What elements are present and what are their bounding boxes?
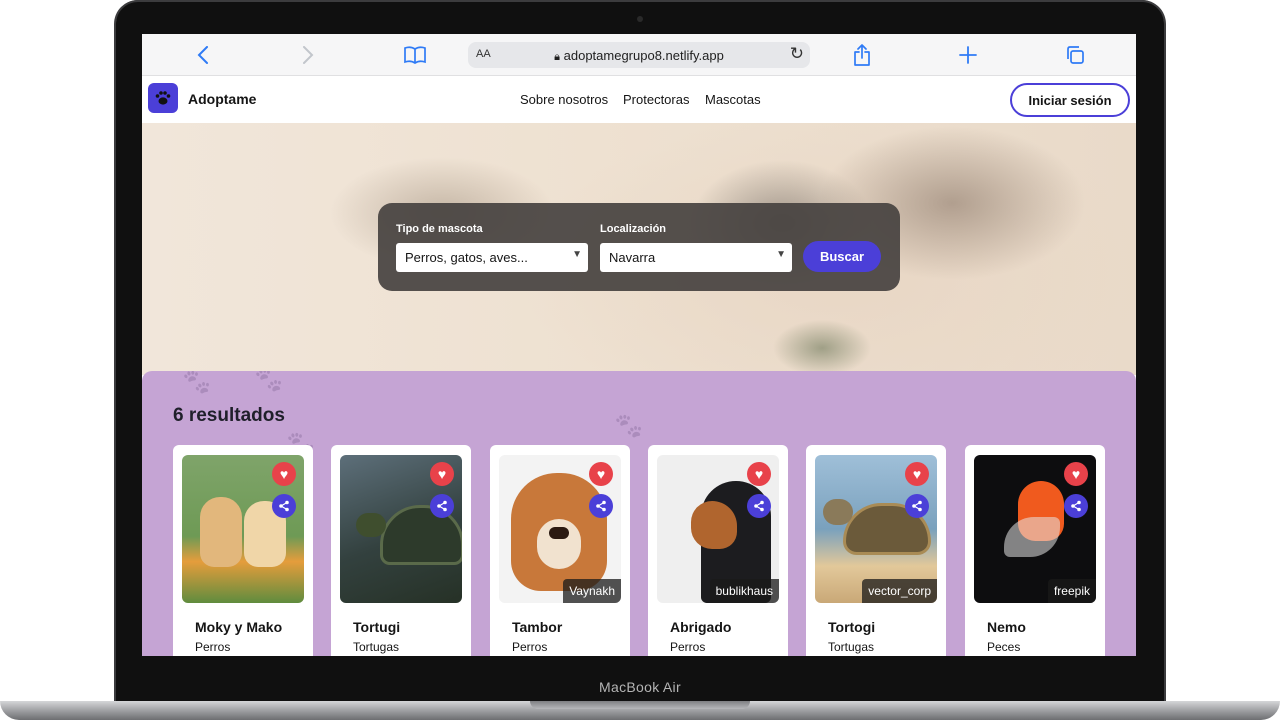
share-icon[interactable] bbox=[1064, 494, 1088, 518]
nav-link-sobre-nosotros[interactable]: Sobre nosotros bbox=[520, 92, 608, 107]
pet-type: Perros bbox=[512, 640, 548, 654]
nav-link-protectoras[interactable]: Protectoras bbox=[623, 92, 689, 107]
pet-type: Tortugas bbox=[828, 640, 875, 654]
pet-type: Perros bbox=[195, 640, 231, 654]
pet-card[interactable]: ♥ bublikhaus Abrigado Perros bbox=[648, 445, 788, 656]
pet-card[interactable]: ♥ Moky y Mako Perros bbox=[173, 445, 313, 656]
pet-photo[interactable]: ♥ bbox=[340, 455, 462, 603]
location-select[interactable]: Navarra ▼ bbox=[600, 243, 792, 272]
laptop-frame: AA 🔒︎ adoptamegrupo8.netlify.app ↻ Adopt… bbox=[0, 0, 1280, 720]
camera-icon bbox=[637, 16, 643, 22]
lock-icon: 🔒︎ bbox=[554, 51, 560, 63]
photo-credit: vector_corp bbox=[862, 579, 937, 603]
share-icon[interactable] bbox=[747, 494, 771, 518]
favorite-heart-icon[interactable]: ♥ bbox=[747, 462, 771, 486]
paw-decoration-icon: 🐾︎ bbox=[252, 371, 286, 395]
pet-name: Moky y Mako bbox=[195, 619, 283, 635]
pet-card[interactable]: ♥ vector_corp Tortogi Tortugas bbox=[806, 445, 946, 656]
screen: AA 🔒︎ adoptamegrupo8.netlify.app ↻ Adopt… bbox=[142, 34, 1136, 656]
tabs-icon[interactable] bbox=[1063, 43, 1087, 67]
pet-name: Nemo bbox=[987, 619, 1026, 635]
paw-decoration-icon: 🐾︎ bbox=[612, 411, 646, 441]
hero-banner: Tipo de mascota Perros, gatos, aves... ▼… bbox=[142, 123, 1136, 375]
pet-type: Peces bbox=[987, 640, 1021, 654]
favorite-heart-icon[interactable]: ♥ bbox=[430, 462, 454, 486]
laptop-base-notch bbox=[530, 701, 750, 709]
search-button[interactable]: Buscar bbox=[803, 241, 881, 272]
photo-credit: bublikhaus bbox=[709, 579, 779, 603]
photo-credit: Vaynakh bbox=[563, 579, 621, 603]
pet-type: Tortugas bbox=[353, 640, 400, 654]
pet-card[interactable]: ♥ Tortugi Tortugas bbox=[331, 445, 471, 656]
back-icon[interactable] bbox=[191, 43, 215, 67]
nav-link-mascotas[interactable]: Mascotas bbox=[705, 92, 761, 107]
pet-card[interactable]: ♥ Vaynakh Tambor Perros bbox=[490, 445, 630, 656]
browser-toolbar: AA 🔒︎ adoptamegrupo8.netlify.app ↻ bbox=[142, 34, 1136, 76]
chevron-down-icon: ▼ bbox=[776, 249, 786, 260]
share-icon[interactable] bbox=[272, 494, 296, 518]
url-value: adoptamegrupo8.netlify.app bbox=[563, 48, 724, 63]
share-icon[interactable] bbox=[905, 494, 929, 518]
favorite-heart-icon[interactable]: ♥ bbox=[589, 462, 613, 486]
favorite-heart-icon[interactable]: ♥ bbox=[1064, 462, 1088, 486]
chevron-down-icon: ▼ bbox=[572, 249, 582, 260]
login-button[interactable]: Iniciar sesión bbox=[1010, 83, 1130, 117]
location-value: Navarra bbox=[609, 250, 656, 265]
pet-name: Tortugi bbox=[353, 619, 401, 635]
pet-name: Tambor bbox=[512, 619, 563, 635]
paw-logo-icon[interactable] bbox=[148, 83, 178, 113]
pet-type-select[interactable]: Perros, gatos, aves... ▼ bbox=[396, 243, 588, 272]
pet-photo[interactable]: ♥ vector_corp bbox=[815, 455, 937, 603]
reload-icon[interactable]: ↻ bbox=[790, 44, 804, 64]
pet-type: Perros bbox=[670, 640, 706, 654]
address-bar[interactable]: AA 🔒︎ adoptamegrupo8.netlify.app ↻ bbox=[468, 42, 810, 68]
paw-decoration-icon: 🐾︎ bbox=[180, 371, 214, 397]
site-header: Adoptame Sobre nosotros Protectoras Masc… bbox=[142, 76, 1136, 123]
bookmarks-icon[interactable] bbox=[403, 43, 427, 67]
results-section: 🐾︎ 🐾︎ 🐾︎ 🐾︎ 6 resultados ♥ Moky y Mako P… bbox=[142, 371, 1136, 656]
new-tab-icon[interactable] bbox=[956, 43, 980, 67]
share-icon[interactable] bbox=[589, 494, 613, 518]
pet-photo[interactable]: ♥ bbox=[182, 455, 304, 603]
favorite-heart-icon[interactable]: ♥ bbox=[272, 462, 296, 486]
share-icon[interactable] bbox=[850, 43, 874, 67]
favorite-heart-icon[interactable]: ♥ bbox=[905, 462, 929, 486]
photo-credit: freepik bbox=[1047, 579, 1096, 603]
pet-photo[interactable]: ♥ bublikhaus bbox=[657, 455, 779, 603]
pet-name: Abrigado bbox=[670, 619, 732, 635]
share-icon[interactable] bbox=[430, 494, 454, 518]
pet-photo[interactable]: ♥ Vaynakh bbox=[499, 455, 621, 603]
url-text: 🔒︎ adoptamegrupo8.netlify.app bbox=[468, 48, 810, 64]
pet-photo[interactable]: ♥ freepik bbox=[974, 455, 1096, 603]
brand-name[interactable]: Adoptame bbox=[188, 91, 256, 107]
pet-type-label: Tipo de mascota bbox=[396, 223, 483, 235]
forward-icon[interactable] bbox=[296, 43, 320, 67]
search-panel: Tipo de mascota Perros, gatos, aves... ▼… bbox=[378, 203, 900, 291]
location-label: Localización bbox=[600, 223, 667, 235]
pet-name: Tortogi bbox=[828, 619, 876, 635]
device-label: MacBook Air bbox=[599, 679, 681, 695]
pet-type-value: Perros, gatos, aves... bbox=[405, 250, 528, 265]
results-count: 6 resultados bbox=[173, 405, 285, 426]
pet-card[interactable]: ♥ freepik Nemo Peces bbox=[965, 445, 1105, 656]
